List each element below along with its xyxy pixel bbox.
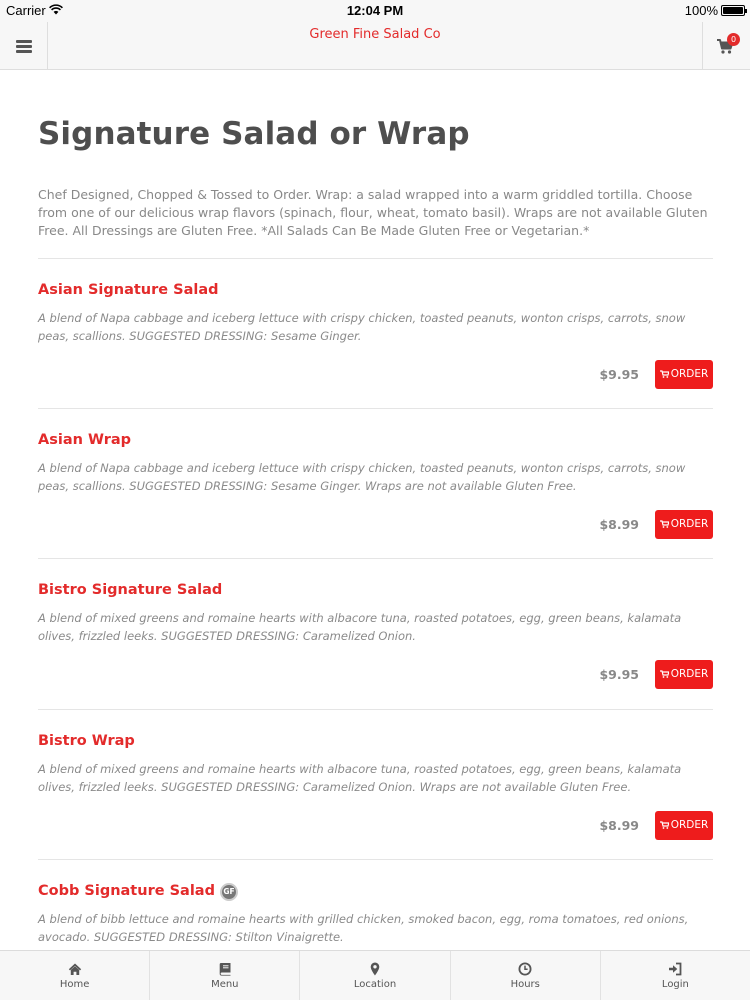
item-name[interactable]: Cobb Signature Salad GF bbox=[38, 883, 238, 901]
item-name[interactable]: Bistro Signature Salad bbox=[38, 582, 222, 598]
book-icon bbox=[219, 963, 231, 976]
tab-label: Home bbox=[59, 979, 90, 990]
item-price: $9.95 bbox=[599, 667, 639, 682]
item-name[interactable]: Bistro Wrap bbox=[38, 733, 135, 749]
order-button-label: ORDER bbox=[670, 668, 709, 680]
tab-label: Login bbox=[661, 979, 689, 990]
cart-icon bbox=[659, 369, 669, 378]
tab-menu[interactable]: Menu bbox=[150, 951, 301, 1000]
menu-item: Bistro Wrap A blend of mixed greens and … bbox=[38, 722, 713, 872]
order-button[interactable]: ORDER bbox=[655, 811, 713, 840]
battery-percentage: 100% bbox=[684, 3, 718, 18]
order-button[interactable]: ORDER bbox=[655, 660, 713, 689]
item-price: $8.99 bbox=[599, 517, 639, 532]
menu-content[interactable]: Signature Salad or Wrap Chef Designed, C… bbox=[0, 71, 750, 950]
item-price: $8.99 bbox=[599, 818, 639, 833]
cart-icon bbox=[659, 669, 669, 678]
tab-home[interactable]: Home bbox=[0, 951, 151, 1000]
tab-location[interactable]: Location bbox=[300, 951, 451, 1000]
cart-icon bbox=[659, 820, 669, 829]
menu-item: Cobb Signature Salad GF A blend of bibb l… bbox=[38, 872, 713, 950]
category-title: Signature Salad or Wrap bbox=[38, 116, 470, 152]
tab-label: Menu bbox=[211, 979, 239, 990]
battery-level-fill bbox=[723, 7, 743, 14]
cart-icon bbox=[659, 519, 669, 528]
battery-icon bbox=[721, 5, 747, 16]
clock-icon bbox=[518, 962, 532, 976]
order-button[interactable]: ORDER bbox=[655, 510, 713, 539]
menu-item: Bistro Signature Salad A blend of mixed … bbox=[38, 571, 713, 721]
item-price: $9.95 bbox=[599, 367, 639, 382]
home-icon bbox=[68, 963, 81, 975]
cart-count-badge: 0 bbox=[727, 33, 740, 46]
item-name-text: Cobb Signature Salad bbox=[38, 883, 215, 899]
divider bbox=[38, 558, 713, 559]
order-button-label: ORDER bbox=[670, 819, 709, 831]
menu-button[interactable] bbox=[0, 22, 48, 70]
divider bbox=[38, 709, 713, 710]
category-description: Chef Designed, Chopped & Tossed to Order… bbox=[38, 187, 708, 238]
tab-hours[interactable]: Hours bbox=[451, 951, 601, 1000]
menu-item: Asian Wrap A blend of Napa cabbage and i… bbox=[38, 421, 713, 571]
item-description: A blend of bibb lettuce and romaine hear… bbox=[38, 912, 689, 944]
item-description: A blend of Napa cabbage and iceberg lett… bbox=[38, 311, 686, 343]
map-marker-icon bbox=[370, 962, 380, 976]
divider bbox=[38, 859, 713, 860]
item-name[interactable]: Asian Wrap bbox=[38, 432, 131, 448]
status-time: 12:04 PM bbox=[346, 3, 404, 18]
order-button-label: ORDER bbox=[670, 368, 709, 380]
tab-label: Hours bbox=[510, 979, 540, 990]
divider bbox=[38, 408, 713, 409]
order-button[interactable]: ORDER bbox=[655, 360, 713, 389]
item-description: A blend of mixed greens and romaine hear… bbox=[38, 762, 682, 794]
tab-label: Location bbox=[353, 979, 397, 990]
hamburger-icon bbox=[16, 40, 32, 53]
app-header: Green Fine Salad Co 0 bbox=[0, 22, 750, 70]
status-bar: Carrier 12:04 PM 100% bbox=[0, 0, 750, 22]
divider bbox=[38, 258, 713, 259]
cart-button[interactable]: 0 bbox=[702, 22, 750, 70]
order-button-label: ORDER bbox=[670, 518, 709, 530]
sign-in-icon bbox=[669, 962, 682, 976]
item-description: A blend of mixed greens and romaine hear… bbox=[38, 611, 682, 643]
item-name[interactable]: Asian Signature Salad bbox=[38, 282, 219, 298]
menu-item: Asian Signature Salad A blend of Napa ca… bbox=[38, 271, 713, 421]
tab-login[interactable]: Login bbox=[601, 951, 750, 1000]
restaurant-name: Green Fine Salad Co bbox=[309, 27, 441, 42]
bottom-tab-bar: Home Menu Location Hours Login bbox=[0, 950, 750, 1000]
item-description: A blend of Napa cabbage and iceberg lett… bbox=[38, 461, 686, 493]
gluten-free-icon: GF bbox=[219, 883, 238, 901]
